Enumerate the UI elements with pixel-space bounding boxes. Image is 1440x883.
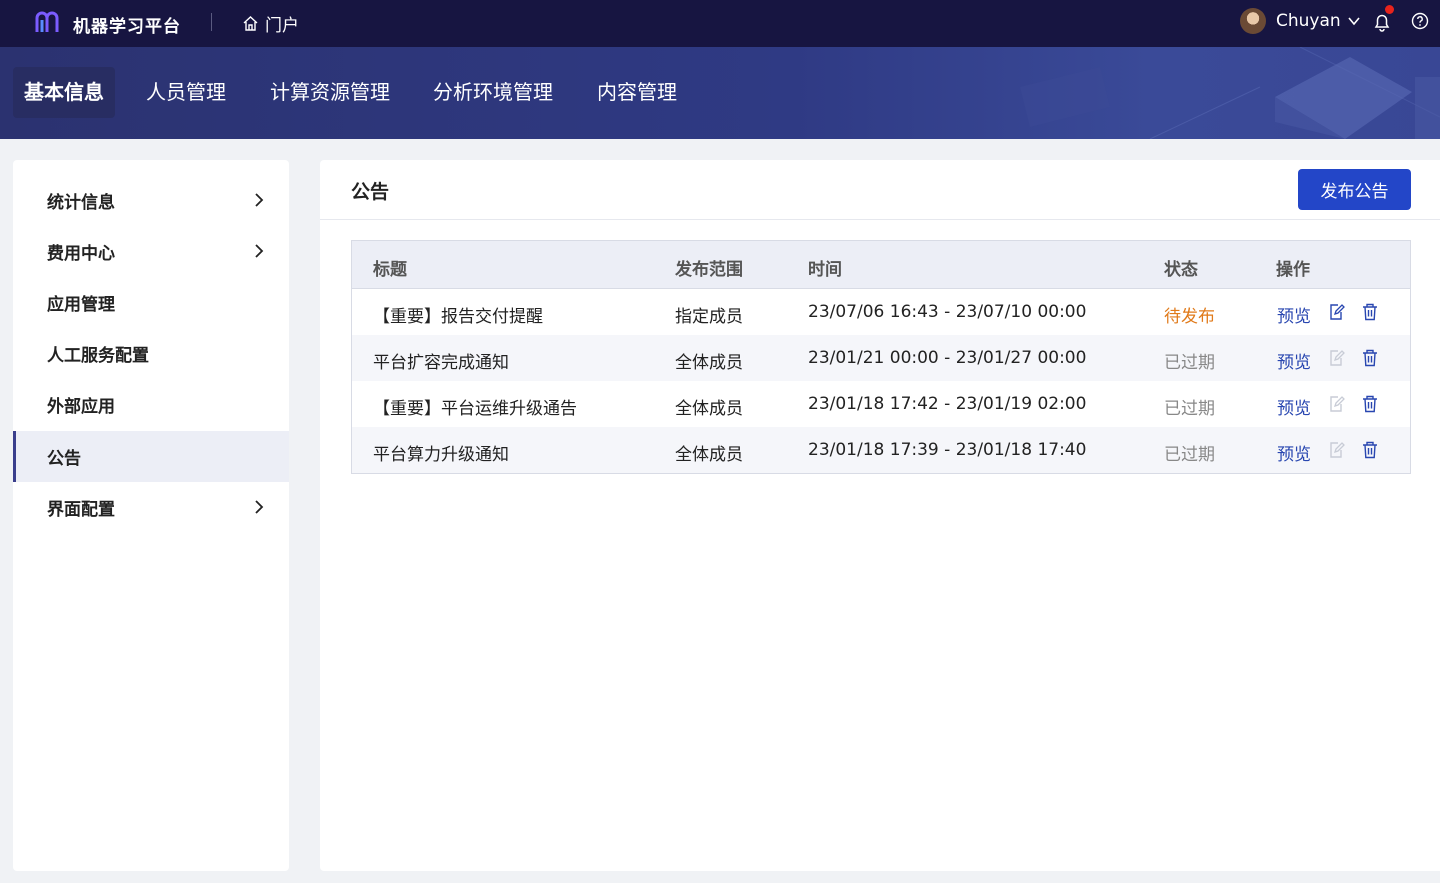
table-header: 标题 发布范围 时间 状态 操作: [352, 241, 1410, 289]
sidebar-item-label: 应用管理: [47, 295, 115, 315]
chevron-right-icon: [255, 500, 264, 514]
top-bar: 机器学习平台 门户 Chuyan: [0, 0, 1440, 47]
chevron-right-icon: [255, 193, 264, 207]
home-icon: [243, 16, 258, 31]
trash-icon[interactable]: [1362, 441, 1378, 459]
cell-scope: 全体成员: [675, 353, 743, 373]
username: Chuyan: [1276, 11, 1341, 31]
cell-scope: 全体成员: [675, 445, 743, 465]
column-header-title: 标题: [373, 260, 407, 280]
help-icon[interactable]: [1411, 12, 1429, 30]
edit-icon: [1330, 442, 1345, 458]
sidebar-item-label: 界面配置: [47, 500, 115, 520]
chevron-right-icon: [255, 244, 264, 258]
divider: [211, 13, 212, 31]
sidebar-item-label: 人工服务配置: [47, 346, 149, 366]
cell-title: 平台扩容完成通知: [373, 353, 509, 373]
main-panel: 公告 发布公告 标题 发布范围 时间 状态 操作 【重要】报告交付提醒 指定成员…: [320, 160, 1440, 871]
preview-link[interactable]: 预览: [1277, 394, 1311, 419]
bell-icon[interactable]: [1373, 12, 1391, 32]
table-row: 平台扩容完成通知 全体成员 23/01/21 00:00 - 23/01/27 …: [352, 335, 1410, 381]
trash-icon[interactable]: [1362, 303, 1378, 321]
status-badge: 已过期: [1164, 445, 1215, 465]
trash-icon[interactable]: [1362, 395, 1378, 413]
preview-link[interactable]: 预览: [1277, 348, 1311, 373]
trash-icon[interactable]: [1362, 349, 1378, 367]
cell-scope: 全体成员: [675, 399, 743, 419]
panel-header: 公告 发布公告: [320, 160, 1440, 220]
sidebar-item-label: 费用中心: [47, 244, 115, 264]
column-header-status: 状态: [1164, 260, 1198, 280]
app-title: 机器学习平台: [73, 17, 181, 37]
main-nav: 基本信息 人员管理 计算资源管理 分析环境管理 内容管理: [0, 47, 1440, 139]
cell-scope: 指定成员: [675, 307, 743, 327]
table-row: 【重要】平台运维升级通告 全体成员 23/01/18 17:42 - 23/01…: [352, 381, 1410, 427]
cell-time: 23/01/21 00:00 - 23/01/27 00:00: [808, 348, 1087, 368]
table-row: 平台算力升级通知 全体成员 23/01/18 17:39 - 23/01/18 …: [352, 427, 1410, 473]
status-badge: 待发布: [1164, 307, 1215, 327]
cell-time: 23/01/18 17:39 - 23/01/18 17:40: [808, 440, 1087, 460]
chevron-down-icon: [1348, 17, 1360, 26]
nav-people[interactable]: 人员管理: [135, 67, 237, 118]
status-badge: 已过期: [1164, 399, 1215, 419]
sidebar-item-stats[interactable]: 统计信息: [13, 175, 289, 226]
cell-title: 【重要】平台运维升级通告: [373, 399, 577, 419]
portal-label: 门户: [265, 16, 299, 36]
edit-icon: [1330, 350, 1345, 366]
sidebar-item-external-apps[interactable]: 外部应用: [13, 379, 289, 430]
edit-icon: [1330, 396, 1345, 412]
sidebar-item-ui-config[interactable]: 界面配置: [13, 482, 289, 533]
sidebar-item-manual-service[interactable]: 人工服务配置: [13, 328, 289, 379]
user-menu[interactable]: Chuyan: [1240, 8, 1361, 34]
portal-link[interactable]: 门户: [242, 11, 299, 36]
preview-link[interactable]: 预览: [1277, 302, 1311, 327]
cell-time: 23/07/06 16:43 - 23/07/10 00:00: [808, 302, 1087, 322]
cell-title: 平台算力升级通知: [373, 445, 509, 465]
nav-content[interactable]: 内容管理: [586, 67, 688, 118]
avatar: [1240, 8, 1266, 34]
sidebar-item-apps[interactable]: 应用管理: [13, 277, 289, 328]
nav-analysis-env[interactable]: 分析环境管理: [422, 67, 564, 118]
column-header-actions: 操作: [1276, 260, 1310, 280]
nav-basic-info[interactable]: 基本信息: [13, 67, 115, 118]
announcement-table: 标题 发布范围 时间 状态 操作 【重要】报告交付提醒 指定成员 23/07/0…: [351, 240, 1411, 474]
publish-announcement-button[interactable]: 发布公告: [1298, 169, 1411, 210]
nav-compute[interactable]: 计算资源管理: [259, 67, 401, 118]
notification-dot: [1385, 5, 1394, 14]
sidebar-item-announcements[interactable]: 公告: [13, 431, 289, 482]
column-header-time: 时间: [808, 260, 842, 280]
sidebar-item-billing[interactable]: 费用中心: [13, 226, 289, 277]
table-row: 【重要】报告交付提醒 指定成员 23/07/06 16:43 - 23/07/1…: [352, 289, 1410, 335]
column-header-scope: 发布范围: [675, 260, 743, 280]
sidebar-item-label: 公告: [47, 449, 81, 469]
sidebar-item-label: 统计信息: [47, 193, 115, 213]
edit-icon[interactable]: [1329, 303, 1345, 321]
status-badge: 已过期: [1164, 353, 1215, 373]
cell-title: 【重要】报告交付提醒: [373, 307, 543, 327]
logo-icon[interactable]: [34, 10, 60, 36]
sidebar-item-label: 外部应用: [47, 397, 115, 417]
preview-link[interactable]: 预览: [1277, 440, 1311, 465]
sidebar: 统计信息 费用中心 应用管理 人工服务配置 外部应用 公告 界面配置: [13, 160, 289, 871]
page-title: 公告: [351, 181, 390, 203]
cell-time: 23/01/18 17:42 - 23/01/19 02:00: [808, 394, 1087, 414]
